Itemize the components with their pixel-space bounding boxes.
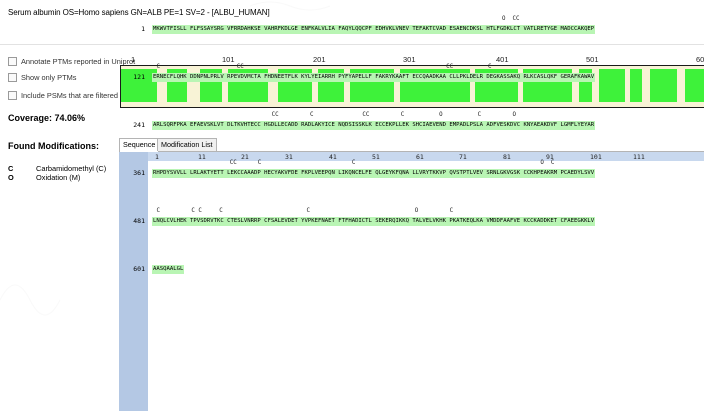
ruler-tick: 301 [403,55,416,64]
row-number: 361 [133,169,145,177]
option-checkbox[interactable] [8,91,17,100]
sequence-line[interactable]: AASQAALGL [152,265,185,274]
option-checkbox[interactable] [8,57,17,66]
option-2[interactable]: Show only PTMs [8,73,76,82]
modification-markers: C C C C C O C [153,208,454,214]
option-1[interactable]: Annotate PTMs reported in Uniprot [8,57,135,66]
option-label: Show only PTMs [21,73,77,82]
sequence-line[interactable]: MKWVTFISLL FLFSSAYSRG VFRRDAHKSE VAHRFKD… [152,25,596,34]
column-number: 101 [590,153,602,161]
ruler-tick: 60 [696,55,704,64]
tab-sequence[interactable]: Sequence [119,138,160,152]
option-label: Include PSMs that are filtered Out [21,91,132,100]
ruler-tick: 401 [496,55,509,64]
row-number-gutter [119,152,148,411]
option-3[interactable]: Include PSMs that are filtered Out [8,91,132,100]
option-label: Annotate PTMs reported in Uniprot [21,57,136,66]
sequence-line[interactable]: ARLSQRFPKA EFAEVSKLVT DLTKVHTECC HGDLLEC… [152,121,596,130]
covered-segment[interactable] [599,69,625,102]
row-number: 481 [133,217,145,225]
column-number: 111 [633,153,645,161]
modification-markers: CC C C O C [153,160,555,166]
found-modifications-title: Found Modifications: [8,141,99,151]
modification-name: Carbamidomethyl (C) [36,164,107,173]
row-number: 241 [133,121,145,129]
ruler-tick: 201 [313,55,326,64]
covered-segment[interactable] [630,69,642,102]
sequence-line[interactable]: RHPDYSVVLL LRLAKTYETT LEKCCAAADP HECYAKV… [152,169,596,178]
tab-bar: Sequence Modification List [119,138,704,152]
modification-code: O [8,173,14,182]
row-number: 121 [133,73,145,81]
sequence-line[interactable]: LNQLCVLHEK TPVSDRVTKC CTESLVNRRP CFSALEV… [152,217,596,226]
modification-name: Oxidation (M) [36,173,81,182]
ruler-tick: 1 [131,55,136,64]
option-checkbox[interactable] [8,73,17,82]
coverage-value: 74.06% [54,113,86,123]
row-number: 601 [133,265,145,273]
ruler-tick: 501 [586,55,599,64]
sequence-line[interactable]: ERNECFLQHK DDNPNLPRLV RPEVDVMCTA FHDNEET… [152,73,596,82]
sequence-view[interactable]: 1 11 21 31 41 51 61 71 81 91 101 111 1 O CC MKWVTFISL… [119,16,704,411]
modification-item: C Carbamidomethyl (C) [8,164,106,173]
modification-markers: C CC CC C [153,64,492,70]
row-number: 1 [141,25,145,33]
header-divider [0,44,704,45]
modification-code: C [8,164,14,173]
modification-markers: O CC [153,16,520,22]
modification-item: O Oxidation (M) [8,173,80,182]
coverage-label: Coverage: [8,113,53,123]
tab-modification-list[interactable]: Modification List [157,138,217,151]
covered-segment[interactable] [685,69,704,102]
modification-markers: CC C CC C O C O [153,112,516,118]
ruler-tick: 101 [222,55,235,64]
coverage-map[interactable] [120,65,704,108]
covered-segment[interactable] [650,69,677,102]
coverage-summary: Coverage: 74.06% [8,113,85,123]
